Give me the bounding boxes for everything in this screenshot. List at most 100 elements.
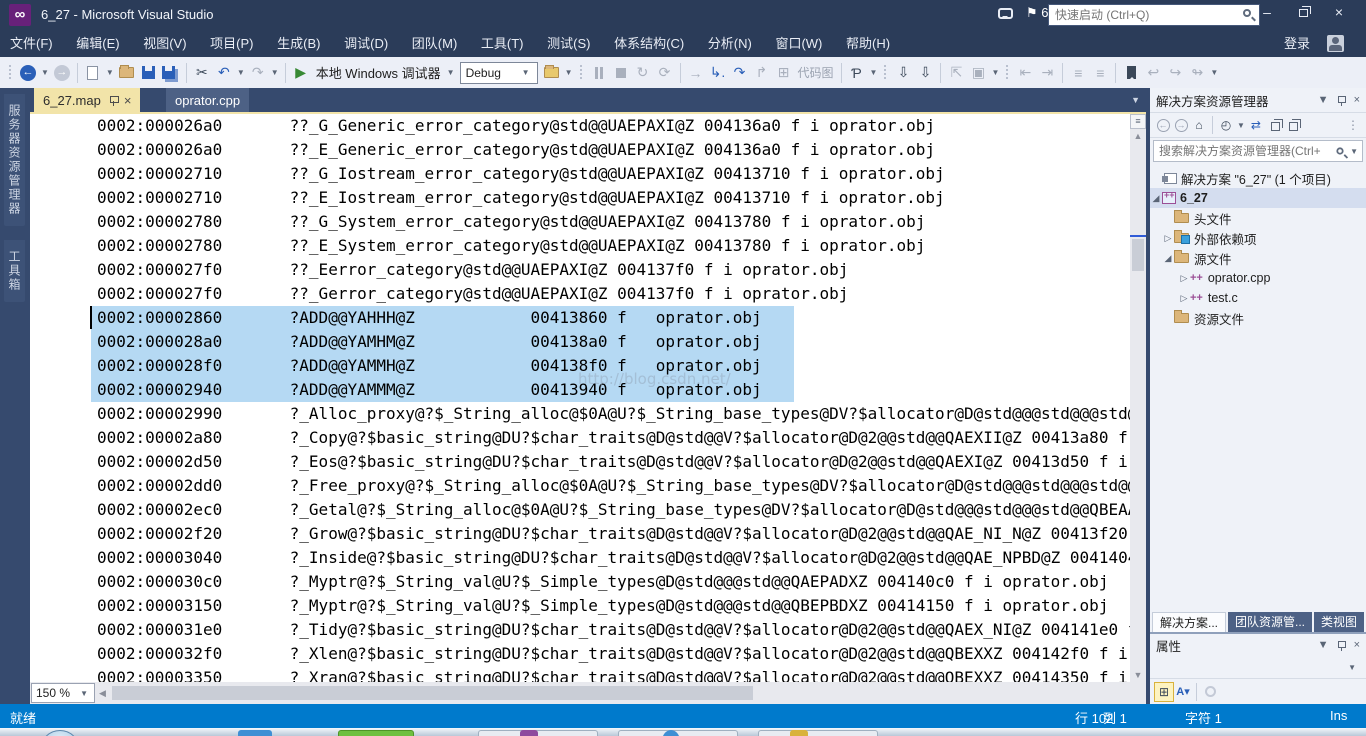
toolbar-grip[interactable] — [1005, 64, 1011, 81]
menu-help[interactable]: 帮助(H) — [836, 30, 900, 57]
auto-hide-pin-icon[interactable] — [1337, 640, 1346, 651]
add-to-watch-button[interactable]: ⇩ — [893, 62, 913, 84]
toolbar-overflow-icon[interactable]: ⋮ — [1344, 115, 1362, 135]
menu-file[interactable]: 文件(F) — [0, 30, 63, 57]
prev-bookmark-button[interactable]: ↩ — [1143, 62, 1163, 84]
new-item-dropdown-icon[interactable]: ▼ — [106, 68, 114, 77]
scroll-up-icon[interactable]: ▲ — [1130, 131, 1146, 141]
save-all-button[interactable] — [161, 62, 181, 84]
horizontal-scroll-thumb[interactable] — [111, 686, 754, 700]
collapsed-arrow-icon[interactable]: ▷ — [1178, 293, 1190, 304]
splitter-handle[interactable]: ≡ — [1130, 114, 1146, 129]
breakpoint-dropdown-icon[interactable]: ▼ — [870, 68, 878, 77]
close-tab-icon[interactable]: × — [124, 93, 132, 108]
tree-item-external-deps[interactable]: ▷ 外部依赖项 — [1150, 228, 1366, 248]
feedback-bubble-icon[interactable] — [998, 8, 1013, 19]
undo-dropdown-icon[interactable]: ▼ — [237, 68, 245, 77]
collapsed-arrow-icon[interactable]: ▷ — [1178, 273, 1190, 284]
minimize-button[interactable]: – — [1252, 0, 1282, 26]
menu-build[interactable]: 生成(B) — [267, 30, 330, 57]
configuration-combobox[interactable]: Debug ▼ — [459, 61, 538, 84]
menu-team[interactable]: 团队(M) — [402, 30, 468, 57]
step-over-button[interactable]: ↷ — [730, 62, 750, 84]
taskbar-app-green-icon[interactable] — [338, 730, 414, 736]
taskbar-app-purple-icon[interactable] — [520, 730, 538, 736]
toolbar-grip[interactable] — [8, 64, 13, 81]
collapsed-arrow-icon[interactable]: ▷ — [1162, 233, 1174, 244]
undo-button[interactable]: ↶ — [214, 62, 234, 84]
tree-item-header-files[interactable]: 头文件 — [1150, 208, 1366, 228]
solution-search-input[interactable] — [1154, 144, 1337, 158]
home-icon[interactable]: ⌂ — [1190, 115, 1208, 135]
attach-process-button[interactable]: ⇱ — [946, 62, 966, 84]
back-button[interactable]: ← — [1154, 115, 1172, 135]
clear-bookmarks-button[interactable]: ↬ — [1187, 62, 1207, 84]
redo-dropdown-icon[interactable]: ▼ — [271, 68, 279, 77]
new-item-button[interactable] — [83, 62, 103, 84]
menu-view[interactable]: 视图(V) — [133, 30, 196, 57]
solution-explorer-header[interactable]: 解决方案资源管理器 ▼ × — [1150, 88, 1366, 112]
toolbox-vertical-tab[interactable]: 工具箱 — [4, 240, 25, 302]
tree-item-solution[interactable]: 解决方案 "6_27" (1 个项目) — [1150, 168, 1366, 188]
horizontal-scrollbar[interactable] — [110, 685, 1144, 701]
tab-solution-explorer[interactable]: 解决方案... — [1152, 612, 1227, 632]
restore-button[interactable] — [1288, 0, 1318, 26]
back-dropdown-icon[interactable]: ▼ — [41, 68, 49, 77]
code-map-label[interactable]: 代码图 — [798, 64, 834, 81]
restart-button[interactable]: ↻ — [633, 62, 653, 84]
navigate-back-button[interactable]: ← — [18, 62, 38, 84]
indent-decrease-button[interactable]: ⇤ — [1015, 62, 1035, 84]
menu-test[interactable]: 测试(S) — [537, 30, 600, 57]
map-file-content[interactable]: 0002:000026a0 ??_G_Generic_error_categor… — [30, 114, 1130, 682]
save-button[interactable] — [139, 62, 159, 84]
account-avatar-icon[interactable] — [1327, 35, 1344, 52]
sign-in-link[interactable]: 登录 — [1284, 30, 1310, 57]
expanded-arrow-icon[interactable]: ◢ — [1150, 193, 1162, 204]
collapse-all-icon[interactable] — [1283, 115, 1301, 135]
server-explorer-vertical-tab[interactable]: 服务器资源管理器 — [4, 94, 25, 226]
tab-class-view[interactable]: 类视图 — [1314, 612, 1365, 632]
tree-item-resource-files[interactable]: 资源文件 — [1150, 308, 1366, 328]
toolbar-grip[interactable] — [883, 64, 889, 81]
start-debug-icon[interactable]: ▶ — [291, 62, 311, 84]
menu-window[interactable]: 窗口(W) — [765, 30, 832, 57]
vertical-scrollbar[interactable]: ≡ ▲ ▼ — [1130, 114, 1146, 682]
breakpoint-toggle-button[interactable]: Ƥ — [847, 62, 867, 84]
pending-changes-filter-button[interactable]: ◴ — [1217, 115, 1235, 135]
quick-watch-button[interactable]: ⇩ — [915, 62, 935, 84]
property-pages-icon[interactable] — [1201, 682, 1219, 702]
pin-icon[interactable] — [109, 95, 119, 106]
tree-item-source-files[interactable]: ◢ 源文件 — [1150, 248, 1366, 268]
sync-with-active-document-icon[interactable]: ⇄ — [1247, 115, 1265, 135]
scroll-left-icon[interactable]: ◀ — [99, 688, 106, 699]
filter-dropdown-icon[interactable]: ▼ — [1237, 121, 1245, 130]
memory-window-button[interactable]: ▣ — [968, 62, 988, 84]
comment-button[interactable]: ≡ — [1068, 62, 1088, 84]
toolbar-overflow-icon[interactable]: ▼ — [1210, 68, 1218, 77]
close-panel-icon[interactable]: × — [1354, 94, 1360, 106]
refresh-icon[interactable] — [1265, 115, 1283, 135]
show-next-statement-button[interactable]: → — [686, 62, 706, 84]
tab-overflow-dropdown-icon[interactable]: ▼ — [1131, 95, 1140, 105]
auto-hide-pin-icon[interactable] — [1337, 95, 1346, 106]
tree-item-project[interactable]: ◢ 6_27 — [1150, 188, 1366, 208]
debug-target-label[interactable]: 本地 Windows 调试器 — [316, 63, 441, 82]
cut-icon[interactable]: ✂ — [192, 62, 212, 84]
window-position-dropdown-icon[interactable]: ▼ — [1318, 639, 1329, 651]
taskbar-explorer-icon[interactable] — [238, 730, 272, 736]
close-button[interactable]: × — [1324, 0, 1354, 26]
debug-target-dropdown-icon[interactable]: ▼ — [447, 68, 455, 77]
navigate-forward-button[interactable]: → — [52, 62, 72, 84]
search-options-dropdown-icon[interactable]: ▼ — [1350, 147, 1358, 156]
code-map-icon[interactable]: ⊞ — [774, 62, 794, 84]
find-dropdown-icon[interactable]: ▼ — [565, 68, 573, 77]
tab-6-27-map[interactable]: 6_27.map × — [34, 88, 141, 112]
pause-button[interactable] — [589, 62, 609, 84]
indent-increase-button[interactable]: ⇥ — [1037, 62, 1057, 84]
redo-button[interactable]: ↷ — [248, 62, 268, 84]
quick-launch-box[interactable] — [1048, 4, 1260, 26]
apply-code-changes-button[interactable]: ⟳ — [655, 62, 675, 84]
expanded-arrow-icon[interactable]: ◢ — [1162, 253, 1174, 264]
editor[interactable]: 0002:000026a0 ??_G_Generic_error_categor… — [30, 112, 1146, 704]
tab-oprator-cpp[interactable]: oprator.cpp — [166, 88, 250, 112]
